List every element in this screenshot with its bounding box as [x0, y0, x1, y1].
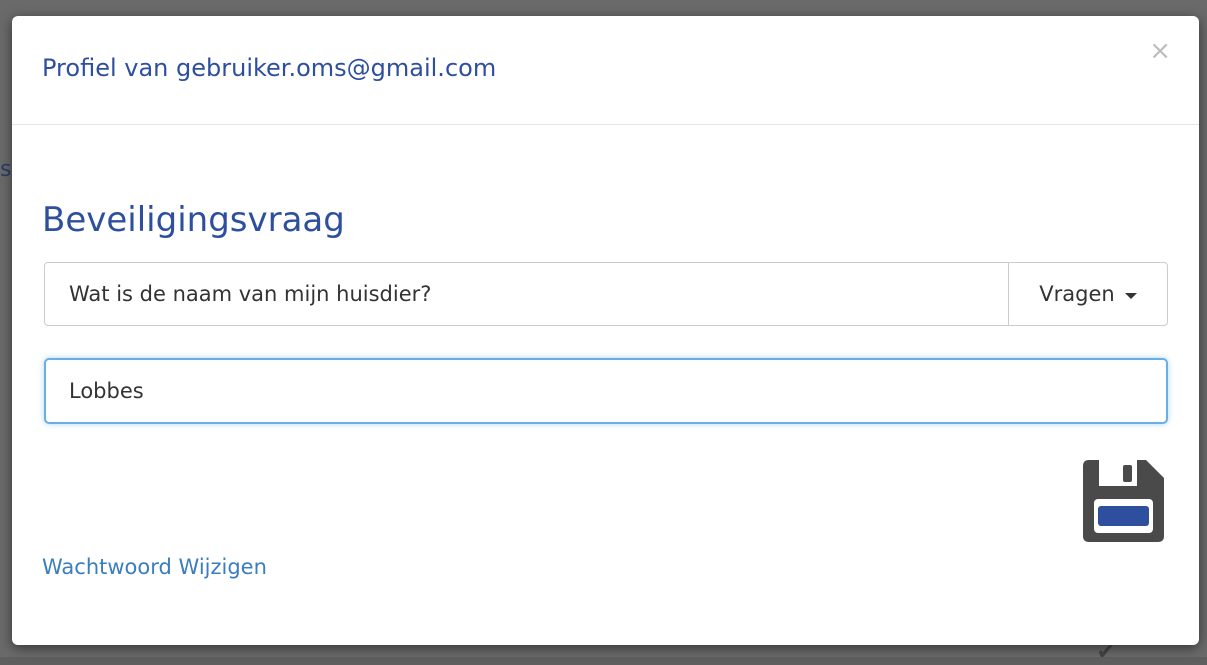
background-text-fragment: s [0, 157, 12, 182]
security-answer-input[interactable] [46, 360, 1166, 422]
security-question-group: Vragen [44, 262, 1168, 326]
security-question-input[interactable] [45, 263, 1008, 325]
security-question-heading: Beveiligingsvraag [42, 200, 345, 240]
close-icon[interactable]: × [1149, 38, 1171, 64]
change-password-link[interactable]: Wachtwoord Wijzigen [42, 555, 267, 579]
modal-title: Profiel van gebruiker.oms@gmail.com [42, 54, 497, 82]
questions-dropdown-label: Vragen [1039, 282, 1115, 306]
security-answer-field [44, 358, 1168, 424]
questions-dropdown-button[interactable]: Vragen [1008, 263, 1167, 325]
profile-modal: Profiel van gebruiker.oms@gmail.com × Be… [12, 16, 1199, 645]
floppy-disk-icon[interactable] [1083, 460, 1164, 542]
caret-down-icon [1124, 292, 1137, 299]
modal-header: Profiel van gebruiker.oms@gmail.com × [12, 16, 1199, 125]
